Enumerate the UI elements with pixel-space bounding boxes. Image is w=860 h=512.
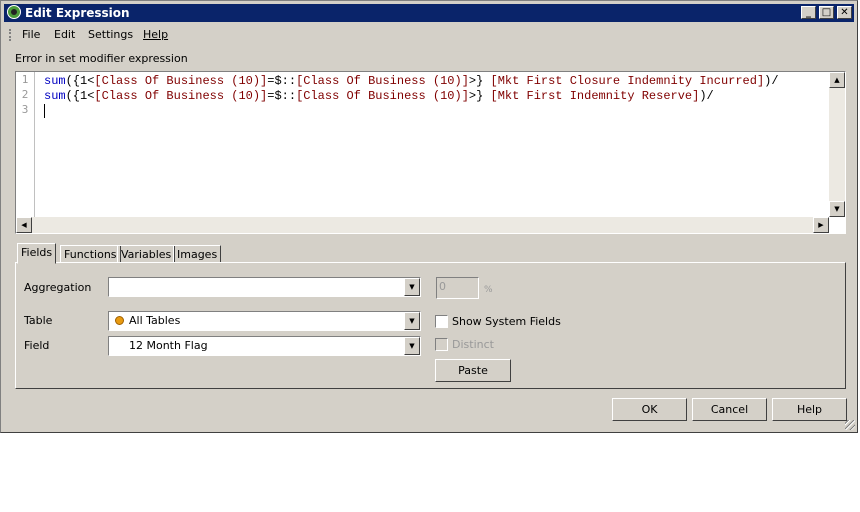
field-label: Field [24,339,50,352]
line-number: 1 [21,73,29,86]
scroll-up-icon[interactable]: ▲ [829,72,845,88]
show-system-fields-label: Show System Fields [452,315,561,328]
code-token: [Class Of Business (10)] [296,89,469,103]
code-token: )/ [764,74,779,88]
close-button[interactable]: ✕ [837,6,852,19]
tab-images[interactable]: Images [173,245,222,263]
line-number-gutter: 1 2 3 [16,72,35,217]
field-select[interactable]: 12 Month Flag ▼ [108,336,421,356]
code-token: [Class Of Business (10)] [94,89,268,103]
menu-bar: File Edit Settings Help [4,25,854,45]
code-lines[interactable]: sum({1<[Class Of Business (10)]=$::[Clas… [44,74,779,119]
toolbar-grip-icon [9,29,13,41]
resize-grip-icon[interactable] [845,420,855,430]
expression-editor[interactable]: 1 2 3 sum({1<[Class Of Business (10)]=$:… [15,71,846,234]
table-value: All Tables [129,314,181,327]
qlikview-logo-icon [7,5,21,19]
code-token: =$:: [267,89,297,103]
horizontal-scrollbar[interactable]: ◀ ▶ [16,217,829,233]
aggregation-label: Aggregation [24,281,92,294]
chevron-down-icon[interactable]: ▼ [404,278,420,296]
code-line[interactable]: sum({1<[Class Of Business (10)]=$::[Clas… [44,74,779,89]
error-message: Error in set modifier expression [15,52,188,65]
menu-help[interactable]: Help [143,25,168,45]
vertical-scrollbar[interactable]: ▲ ▼ [829,72,845,217]
distinct-checkbox [435,338,448,351]
table-label: Table [24,314,53,327]
edit-expression-dialog: Edit Expression _ □ ✕ File Edit Settings… [0,0,858,433]
code-token: sum [44,74,66,88]
menu-file[interactable]: File [22,25,40,45]
distinct-label: Distinct [452,338,494,351]
chevron-down-icon[interactable]: ▼ [404,337,420,355]
ok-button[interactable]: OK [612,398,687,421]
code-token: [Class Of Business (10)] [296,74,469,88]
help-button[interactable]: Help [772,398,847,421]
table-dot-icon [115,316,124,325]
chevron-down-icon[interactable]: ▼ [404,312,420,330]
tab-functions[interactable]: Functions [60,245,121,263]
code-token: >} [468,89,491,103]
code-token: [Mkt First Indemnity Reserve] [490,89,700,103]
percent-sign: % [484,285,493,295]
code-token: ({1< [65,89,95,103]
scroll-left-icon[interactable]: ◀ [16,217,32,233]
text-cursor [44,104,53,118]
field-value: 12 Month Flag [129,339,208,352]
code-token: =$:: [267,74,297,88]
tab-variables[interactable]: Variables [117,245,176,263]
paste-button[interactable]: Paste [435,359,511,382]
menu-settings[interactable]: Settings [88,25,133,45]
maximize-button[interactable]: □ [819,6,834,19]
fields-panel: Aggregation ▼ 0 % Table All Tables ▼ Sho… [15,262,846,389]
table-select[interactable]: All Tables ▼ [108,311,421,331]
minimize-button[interactable]: _ [801,6,816,19]
code-token: >} [468,74,491,88]
show-system-fields-checkbox[interactable] [435,315,448,328]
code-token: [Mkt First Closure Indemnity Incurred] [490,74,765,88]
line-number: 2 [21,88,29,101]
scroll-down-icon[interactable]: ▼ [829,201,845,217]
menu-edit[interactable]: Edit [54,25,75,45]
window-title: Edit Expression [25,6,130,20]
percent-input: 0 [436,277,479,299]
tab-fields[interactable]: Fields [17,243,57,264]
code-token: ({1< [65,74,95,88]
title-bar: Edit Expression _ □ ✕ [4,4,854,22]
cancel-button[interactable]: Cancel [692,398,767,421]
aggregation-select[interactable]: ▼ [108,277,421,297]
code-line[interactable] [44,104,779,119]
code-line[interactable]: sum({1<[Class Of Business (10)]=$::[Clas… [44,89,779,104]
line-number: 3 [21,103,29,116]
code-token: [Class Of Business (10)] [94,74,268,88]
code-token: sum [44,89,66,103]
code-token: )/ [699,89,714,103]
scroll-right-icon[interactable]: ▶ [813,217,829,233]
